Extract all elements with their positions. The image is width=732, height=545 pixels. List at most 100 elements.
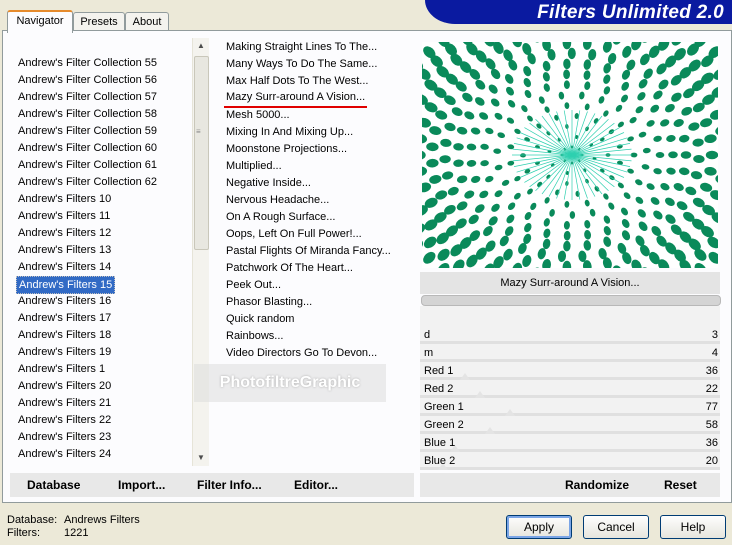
param-slider-track[interactable]: [420, 467, 720, 470]
preview-dot: [650, 104, 660, 113]
param-slider-thumb[interactable]: [505, 409, 515, 416]
filter-item[interactable]: Max Half Dots To The West...: [224, 73, 370, 89]
filter-item[interactable]: Nervous Headache...: [224, 192, 331, 208]
preview-dot: [616, 144, 623, 149]
scroll-up-icon[interactable]: ▲: [193, 38, 209, 54]
category-item[interactable]: Andrew's Filter Collection 55: [16, 55, 159, 71]
param-value: 3: [711, 329, 718, 341]
preview-dot: [543, 218, 550, 227]
scroll-thumb[interactable]: [194, 56, 209, 250]
preview-dot: [603, 86, 611, 95]
param-slider-thumb[interactable]: [460, 373, 470, 380]
param-slider-thumb[interactable]: [485, 427, 495, 434]
category-item[interactable]: Andrew's Filters 1: [16, 361, 107, 377]
filter-item[interactable]: Peek Out...: [224, 277, 283, 293]
reset-button[interactable]: Reset: [664, 478, 697, 492]
param-row[interactable]: d3: [420, 326, 720, 344]
category-item[interactable]: Andrew's Filters 16: [16, 293, 113, 309]
preview-dot: [557, 250, 567, 262]
preview-dot: [700, 118, 713, 128]
filter-item[interactable]: Mazy Surr-around A Vision...: [224, 90, 368, 108]
filter-item[interactable]: Moonstone Projections...: [224, 141, 349, 157]
preview-dot: [693, 154, 705, 164]
filter-info-button[interactable]: Filter Info...: [197, 478, 262, 492]
category-item[interactable]: Andrew's Filter Collection 58: [16, 106, 159, 122]
filter-item[interactable]: Patchwork Of The Heart...: [224, 260, 355, 276]
filter-item[interactable]: Quick random: [224, 311, 296, 327]
category-item[interactable]: Andrew's Filters 12: [16, 225, 113, 241]
category-item[interactable]: Andrew's Filters 21: [16, 395, 113, 411]
preview-dot: [673, 183, 684, 191]
filter-item[interactable]: Multiplied...: [224, 158, 284, 174]
param-row[interactable]: m4: [420, 344, 720, 362]
filter-item[interactable]: On A Rough Surface...: [224, 209, 337, 225]
category-item[interactable]: Andrew's Filters 10: [16, 191, 113, 207]
preview-dot: [615, 104, 623, 112]
filter-item[interactable]: Oops, Left On Full Power!...: [224, 226, 364, 242]
param-row[interactable]: Green 2 58: [420, 416, 720, 434]
category-item[interactable]: Andrew's Filters 11: [16, 208, 112, 224]
preview-zoom-slider[interactable]: [421, 295, 721, 306]
param-row[interactable]: Red 1 36: [420, 362, 720, 380]
preview-dot: [627, 136, 634, 142]
category-item[interactable]: Andrew's Filter Collection 61: [16, 157, 159, 173]
preview-dot: [524, 223, 532, 233]
category-item[interactable]: Andrew's Filter Collection 56: [16, 72, 159, 88]
param-row[interactable]: Blue 1 36: [420, 434, 720, 452]
tab-about[interactable]: About: [125, 12, 169, 31]
scroll-down-icon[interactable]: ▼: [193, 450, 209, 466]
category-item[interactable]: Andrew's Filters 18: [16, 327, 113, 343]
category-item[interactable]: Andrew's Filters 20: [16, 378, 113, 394]
filter-list[interactable]: Making Straight Lines To The... Many Ways…: [224, 38, 418, 368]
editor-button[interactable]: Editor...: [294, 478, 338, 492]
preview-dot: [466, 159, 477, 167]
category-item[interactable]: Andrew's Filters 24: [16, 446, 113, 462]
filter-item[interactable]: Video Directors Go To Devon...: [224, 345, 379, 361]
category-item[interactable]: Andrew's Filters 19: [16, 344, 113, 360]
apply-button[interactable]: Apply: [506, 515, 572, 539]
category-list[interactable]: Andrew's Filter Collection 55 Andrew's Fi…: [16, 55, 192, 467]
preview-dot: [485, 175, 494, 183]
preview-dot: [522, 254, 532, 268]
category-item[interactable]: Andrew's Filters 15: [16, 276, 116, 294]
filter-item[interactable]: Mesh 5000...: [224, 107, 292, 123]
preview-dot: [583, 59, 592, 70]
category-item[interactable]: Andrew's Filter Collection 62: [16, 174, 159, 190]
category-item[interactable]: Andrew's Filters 13: [16, 242, 113, 258]
filter-item[interactable]: Many Ways To Do The Same...: [224, 56, 379, 72]
tab-navigator[interactable]: Navigator: [7, 10, 73, 33]
preview-dot: [514, 175, 521, 182]
param-row[interactable]: Red 2 22: [420, 380, 720, 398]
import-button[interactable]: Import...: [118, 478, 165, 492]
category-item[interactable]: Andrew's Filters 22: [16, 412, 113, 428]
preview-dot: [563, 221, 570, 230]
preview-dot: [543, 228, 551, 239]
filter-item[interactable]: Mixing In And Mixing Up...: [224, 124, 355, 140]
preview-dot: [485, 127, 494, 135]
category-item[interactable]: Andrew's Filter Collection 57: [16, 89, 159, 105]
help-button[interactable]: Help: [660, 515, 726, 539]
tab-presets[interactable]: Presets: [73, 12, 125, 31]
cancel-button[interactable]: Cancel: [583, 515, 649, 539]
preview-dot: [499, 235, 509, 247]
category-item[interactable]: Andrew's Filter Collection 60: [16, 140, 159, 156]
preview-dot: [437, 248, 450, 261]
preview-dot: [664, 104, 675, 113]
grip-icon: ≡: [196, 127, 201, 136]
param-slider-thumb[interactable]: [475, 391, 485, 398]
database-button[interactable]: Database: [27, 478, 80, 492]
filter-item[interactable]: Negative Inside...: [224, 175, 313, 191]
category-item[interactable]: Andrew's Filter Collection 59: [16, 123, 159, 139]
category-item[interactable]: Andrew's Filters 23: [16, 429, 113, 445]
preview-dot: [423, 251, 436, 264]
param-row[interactable]: Blue 2 20: [420, 452, 720, 470]
param-row[interactable]: Green 1 77: [420, 398, 720, 416]
filter-item[interactable]: Rainbows...: [224, 328, 285, 344]
filter-item[interactable]: Phasor Blasting...: [224, 294, 314, 310]
preview-dot: [631, 259, 642, 268]
category-item[interactable]: Andrew's Filters 17: [16, 310, 113, 326]
randomize-button[interactable]: Randomize: [565, 478, 629, 492]
filter-item[interactable]: Pastal Flights Of Miranda Fancy...: [224, 243, 393, 259]
filter-item[interactable]: Making Straight Lines To The...: [224, 39, 379, 55]
category-item[interactable]: Andrew's Filters 14: [16, 259, 113, 275]
